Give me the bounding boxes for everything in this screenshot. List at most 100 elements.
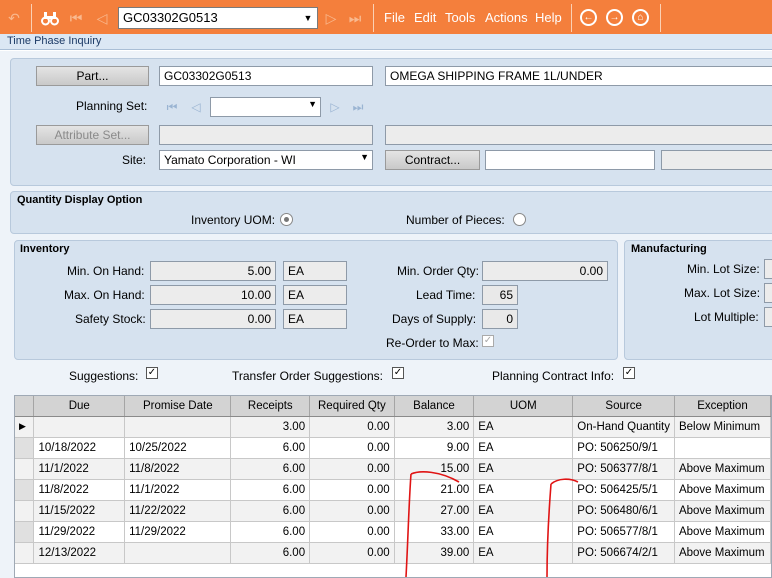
- cell-uom[interactable]: EA: [473, 542, 574, 564]
- part-record-select[interactable]: GC03302G0513 ▼: [118, 7, 318, 29]
- table-row[interactable]: 11/8/2022 11/1/2022 6.00 0.00 21.00 EA PO: 506…: [15, 479, 772, 501]
- cell-required[interactable]: 0.00: [309, 458, 395, 480]
- next-planning-set-icon[interactable]: ▷: [325, 97, 345, 117]
- row-selector[interactable]: [15, 521, 35, 543]
- cell-balance[interactable]: 3.00: [394, 416, 475, 438]
- menu-tools[interactable]: Tools: [445, 10, 475, 25]
- previous-record-icon[interactable]: ◁: [92, 8, 112, 28]
- cell-source[interactable]: PO: 506377/8/1: [572, 458, 675, 480]
- cell-receipts[interactable]: 6.00: [230, 521, 311, 543]
- lead-time-field[interactable]: 65: [482, 285, 518, 305]
- cell-required[interactable]: 0.00: [309, 416, 395, 438]
- cell-receipts[interactable]: 6.00: [230, 437, 311, 459]
- cell-source[interactable]: PO: 506577/8/1: [572, 521, 675, 543]
- cell-due[interactable]: 10/18/2022: [33, 437, 126, 459]
- cell-uom[interactable]: EA: [473, 521, 574, 543]
- column-header-receipts[interactable]: Receipts: [230, 396, 311, 417]
- transfer-order-suggestions-checkbox[interactable]: ✓: [392, 367, 404, 379]
- part-description-field[interactable]: OMEGA SHIPPING FRAME 1L/UNDER: [385, 66, 772, 86]
- max-lot-size-field[interactable]: [764, 283, 772, 303]
- previous-planning-set-icon[interactable]: ◁: [186, 97, 206, 117]
- cell-balance[interactable]: 33.00: [394, 521, 475, 543]
- undo-icon[interactable]: ↶: [4, 8, 24, 28]
- column-header-balance[interactable]: Balance: [394, 396, 475, 417]
- first-planning-set-icon[interactable]: ⏮: [162, 97, 182, 117]
- chevron-down-icon[interactable]: ▼: [360, 152, 369, 162]
- cell-exception[interactable]: Above Maximum: [674, 542, 772, 564]
- number-of-pieces-radio[interactable]: [513, 213, 526, 226]
- cell-due[interactable]: 12/13/2022: [33, 542, 126, 564]
- cell-balance[interactable]: 27.00: [394, 500, 475, 522]
- menu-edit[interactable]: Edit: [414, 10, 436, 25]
- cell-due[interactable]: 11/29/2022: [33, 521, 126, 543]
- column-header-required-qty[interactable]: Required Qty: [309, 396, 395, 417]
- cell-exception[interactable]: Above Maximum: [674, 521, 772, 543]
- cell-exception[interactable]: Above Maximum: [674, 479, 772, 501]
- cell-promise[interactable]: 11/22/2022: [124, 500, 232, 522]
- binoculars-icon[interactable]: [40, 8, 60, 28]
- cell-promise[interactable]: 11/8/2022: [124, 458, 232, 480]
- cell-receipts[interactable]: 6.00: [230, 542, 311, 564]
- last-planning-set-icon[interactable]: ⏭: [348, 97, 368, 117]
- column-header-promise-date[interactable]: Promise Date: [124, 396, 232, 417]
- cell-required[interactable]: 0.00: [309, 542, 395, 564]
- cell-uom[interactable]: EA: [473, 479, 574, 501]
- cell-balance[interactable]: 39.00: [394, 542, 475, 564]
- chevron-down-icon[interactable]: ▼: [308, 99, 317, 109]
- cell-due[interactable]: 11/1/2022: [33, 458, 126, 480]
- table-row[interactable]: 11/29/2022 11/29/2022 6.00 0.00 33.00 EA PO: 5…: [15, 521, 772, 543]
- cell-exception[interactable]: Above Maximum: [674, 458, 772, 480]
- cell-balance[interactable]: 21.00: [394, 479, 475, 501]
- cell-required[interactable]: 0.00: [309, 437, 395, 459]
- cell-balance[interactable]: 9.00: [394, 437, 475, 459]
- max-on-hand-field[interactable]: 10.00: [150, 285, 276, 305]
- cell-exception[interactable]: Above Maximum: [674, 500, 772, 522]
- menu-actions[interactable]: Actions: [485, 10, 528, 25]
- cell-uom[interactable]: EA: [473, 458, 574, 480]
- lot-multiple-field[interactable]: [764, 307, 772, 327]
- menu-file[interactable]: File: [384, 10, 405, 25]
- column-header-source[interactable]: Source: [572, 396, 675, 417]
- column-header-exception[interactable]: Exception: [674, 396, 772, 417]
- contract-button[interactable]: Contract...: [385, 150, 480, 170]
- cell-due[interactable]: [33, 416, 126, 438]
- menu-help[interactable]: Help: [535, 10, 562, 25]
- cell-required[interactable]: 0.00: [309, 479, 395, 501]
- cell-promise[interactable]: 11/1/2022: [124, 479, 232, 501]
- cell-source[interactable]: PO: 506674/2/1: [572, 542, 675, 564]
- table-row[interactable]: 11/1/2022 11/8/2022 6.00 0.00 15.00 EA PO: 506…: [15, 458, 772, 480]
- cell-source[interactable]: PO: 506425/5/1: [572, 479, 675, 501]
- row-selector[interactable]: [15, 437, 35, 459]
- inventory-uom-radio[interactable]: [280, 213, 293, 226]
- row-selector[interactable]: [15, 479, 35, 501]
- cell-uom[interactable]: EA: [473, 416, 574, 438]
- part-field[interactable]: GC03302G0513: [159, 66, 373, 86]
- row-selector[interactable]: [15, 542, 35, 564]
- contract-field[interactable]: [485, 150, 655, 170]
- cell-required[interactable]: 0.00: [309, 521, 395, 543]
- attribute-set-button[interactable]: Attribute Set...: [36, 125, 149, 145]
- cell-balance[interactable]: 15.00: [394, 458, 475, 480]
- cell-due[interactable]: 11/15/2022: [33, 500, 126, 522]
- row-selector[interactable]: [15, 458, 35, 480]
- site-select[interactable]: Yamato Corporation - WI ▼: [159, 150, 373, 170]
- cell-exception[interactable]: Below Minimum: [674, 416, 772, 438]
- cell-promise[interactable]: [124, 542, 232, 564]
- suggestions-checkbox[interactable]: ✓: [146, 367, 158, 379]
- cell-uom[interactable]: EA: [473, 500, 574, 522]
- cell-promise[interactable]: [124, 416, 232, 438]
- cell-source[interactable]: PO: 506250/9/1: [572, 437, 675, 459]
- cell-source[interactable]: PO: 506480/6/1: [572, 500, 675, 522]
- planning-set-select[interactable]: ▼: [210, 97, 321, 117]
- row-selector[interactable]: [15, 500, 35, 522]
- chevron-down-icon[interactable]: ▼: [301, 10, 315, 26]
- cell-exception[interactable]: [674, 437, 772, 459]
- cell-receipts[interactable]: 3.00: [230, 416, 311, 438]
- forward-icon[interactable]: →: [606, 9, 623, 26]
- column-header-uom[interactable]: UOM: [473, 396, 574, 417]
- table-row[interactable]: ▶ 3.00 0.00 3.00 EA On-Hand Quantity Below Min…: [15, 416, 772, 438]
- back-icon[interactable]: ←: [580, 9, 597, 26]
- min-on-hand-field[interactable]: 5.00: [150, 261, 276, 281]
- safety-stock-field[interactable]: 0.00: [150, 309, 276, 329]
- cell-promise[interactable]: 11/29/2022: [124, 521, 232, 543]
